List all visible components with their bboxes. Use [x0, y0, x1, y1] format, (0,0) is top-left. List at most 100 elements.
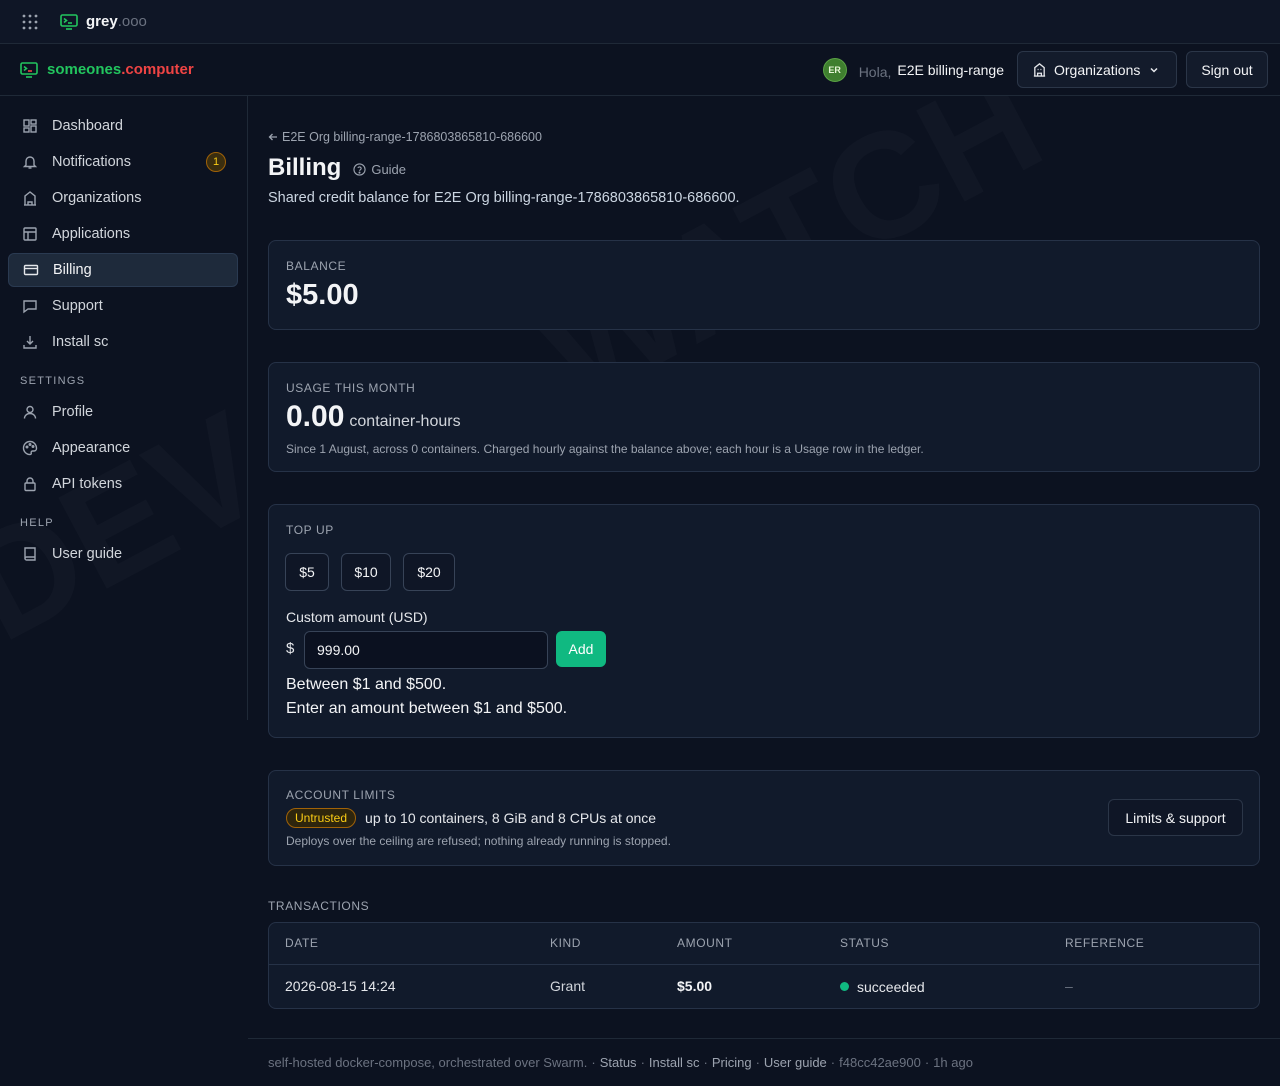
sidebar-item-install-sc[interactable]: Install sc — [8, 325, 238, 359]
footer-link-pricing[interactable]: Pricing — [712, 1055, 752, 1070]
footer-separator: · — [703, 1055, 708, 1070]
message-square-icon — [22, 298, 38, 314]
guide-link[interactable]: Guide — [353, 162, 406, 177]
footer-link-install-sc[interactable]: Install sc — [649, 1055, 700, 1070]
sidebar-item-appearance[interactable]: Appearance — [8, 431, 238, 465]
chevron-down-icon — [1149, 65, 1159, 75]
sidebar-item-label: Support — [52, 298, 103, 314]
amount-error: Enter an amount between $1 and $500. — [286, 700, 568, 717]
footer-link-status[interactable]: Status — [600, 1055, 637, 1070]
organizations-label: Organizations — [1054, 61, 1141, 78]
footer-separator: · — [830, 1055, 836, 1070]
page-subtitle: Shared credit balance for E2E Org billin… — [268, 190, 740, 206]
top-up-20-button[interactable]: $20 — [403, 553, 455, 591]
currency-symbol: $ — [286, 640, 295, 657]
table-header-row: DATE KIND AMOUNT STATUS REFERENCE — [269, 923, 1259, 965]
top-app-bar: grey .ooo — [0, 0, 1280, 44]
limits-summary: up to 10 containers, 8 GiB and 8 CPUs at… — [365, 810, 657, 826]
building-icon — [1032, 62, 1047, 77]
sidebar-item-label: API tokens — [52, 476, 123, 492]
usage-label: USAGE THIS MONTH — [286, 381, 416, 395]
brand-part-2: .computer — [121, 61, 194, 78]
sidebar-nav: Dashboard Notifications 1 Organizations … — [0, 96, 248, 720]
top-up-10-button[interactable]: $10 — [341, 553, 391, 591]
transaction-amount: $5.00 — [677, 978, 713, 995]
sidebar-item-billing[interactable]: Billing — [8, 253, 238, 287]
sidebar-item-label: User guide — [52, 546, 123, 562]
sidebar-item-label: Appearance — [52, 440, 131, 456]
footer-age: 1h ago — [933, 1055, 973, 1070]
transaction-kind: Grant — [550, 978, 586, 995]
balance-card: BALANCE $5.00 — [268, 240, 1260, 330]
footer-commit: f48cc42ae900 — [839, 1055, 921, 1070]
organizations-dropdown[interactable]: Organizations — [1017, 51, 1177, 88]
limits-note: Deploys over the ceiling are refused; no… — [286, 834, 671, 848]
column-header-amount: AMOUNT — [677, 923, 840, 965]
sidebar-item-dashboard[interactable]: Dashboard — [8, 109, 238, 143]
building-icon — [22, 190, 38, 206]
usage-unit: container-hours — [349, 413, 461, 430]
help-section-heading: HELP — [20, 517, 54, 529]
limits-support-button[interactable]: Limits & support — [1108, 799, 1243, 836]
transactions-table: DATE KIND AMOUNT STATUS REFERENCE 2026-0… — [269, 923, 1259, 1008]
sidebar-item-api-tokens[interactable]: API tokens — [8, 467, 238, 501]
column-header-reference: REFERENCE — [1065, 923, 1259, 965]
usage-note: Since 1 August, across 0 containers. Cha… — [286, 442, 924, 456]
sign-out-button[interactable]: Sign out — [1186, 51, 1268, 88]
account-limits-card: ACCOUNT LIMITS Untrusted up to 10 contai… — [268, 770, 1260, 866]
usage-card: USAGE THIS MONTH 0.00 container-hours Si… — [268, 362, 1260, 472]
sidebar-item-user-guide[interactable]: User guide — [8, 537, 238, 571]
sidebar-item-notifications[interactable]: Notifications 1 — [8, 145, 238, 179]
bell-icon — [22, 154, 38, 170]
sidebar-item-label: Install sc — [52, 334, 109, 350]
custom-amount-input[interactable]: 999.00 — [304, 631, 548, 669]
sidebar-item-organizations[interactable]: Organizations — [8, 181, 238, 215]
settings-section-heading: SETTINGS — [20, 375, 86, 387]
transactions-heading: TRANSACTIONS — [268, 899, 370, 913]
sidebar-item-label: Billing — [53, 262, 92, 278]
footer-separator: · — [640, 1055, 645, 1070]
grey-brand-link[interactable]: grey .ooo — [60, 13, 147, 30]
status-dot-icon — [840, 982, 849, 991]
add-funds-button[interactable]: Add — [556, 631, 606, 667]
top-up-label: TOP UP — [286, 523, 334, 537]
lock-icon — [22, 476, 38, 492]
help-circle-icon — [353, 162, 366, 176]
transaction-date: 2026-08-15 14:24 — [285, 978, 396, 995]
sidebar-item-applications[interactable]: Applications — [8, 217, 238, 251]
arrow-left-icon — [268, 132, 278, 142]
table-row: 2026-08-15 14:24 Grant $5.00 succeeded – — [269, 964, 1259, 1008]
book-icon — [22, 546, 38, 562]
amount-hint: Between $1 and $500. — [286, 676, 447, 693]
top-up-card: TOP UP $5 $10 $20 Custom amount (USD) $ … — [268, 504, 1260, 738]
guide-label: Guide — [371, 161, 407, 177]
sidebar-item-label: Notifications — [52, 154, 131, 170]
grey-brand-suffix: .ooo — [117, 13, 147, 30]
footer-link-user-guide[interactable]: User guide — [764, 1055, 827, 1070]
grey-brand-name: grey — [86, 13, 118, 30]
account-limits-label: ACCOUNT LIMITS — [286, 788, 396, 802]
site-header: someones .computer ER Hola, E2E billing-r… — [0, 44, 1280, 96]
notification-count-badge: 1 — [206, 152, 226, 172]
footer-text: self-hosted docker-compose, orchestrated… — [268, 1055, 588, 1070]
transactions-table-card: DATE KIND AMOUNT STATUS REFERENCE 2026-0… — [268, 922, 1260, 1009]
avatar[interactable]: ER — [822, 57, 847, 82]
download-icon — [22, 334, 38, 350]
layout-icon — [22, 226, 38, 242]
balance-value: $5.00 — [286, 279, 359, 311]
trust-tier-badge: Untrusted — [286, 808, 357, 828]
app-grid-icon[interactable] — [22, 14, 38, 30]
sidebar-item-profile[interactable]: Profile — [8, 395, 238, 429]
column-header-date: DATE — [269, 923, 550, 965]
site-brand-link[interactable]: someones .computer — [20, 61, 194, 78]
sidebar-item-label: Dashboard — [52, 118, 123, 134]
back-to-org-link[interactable]: E2E Org billing-range-1786803865810-6866… — [268, 130, 542, 144]
site-footer: self-hosted docker-compose, orchestrated… — [248, 1038, 1280, 1086]
palette-icon — [22, 440, 38, 456]
sidebar-item-support[interactable]: Support — [8, 289, 238, 323]
page-title: Billing — [268, 154, 342, 181]
top-up-5-button[interactable]: $5 — [285, 553, 329, 591]
back-link-label: E2E Org billing-range-1786803865810-6866… — [282, 130, 542, 144]
balance-label: BALANCE — [286, 259, 347, 273]
greeting: Hola, — [858, 63, 892, 80]
